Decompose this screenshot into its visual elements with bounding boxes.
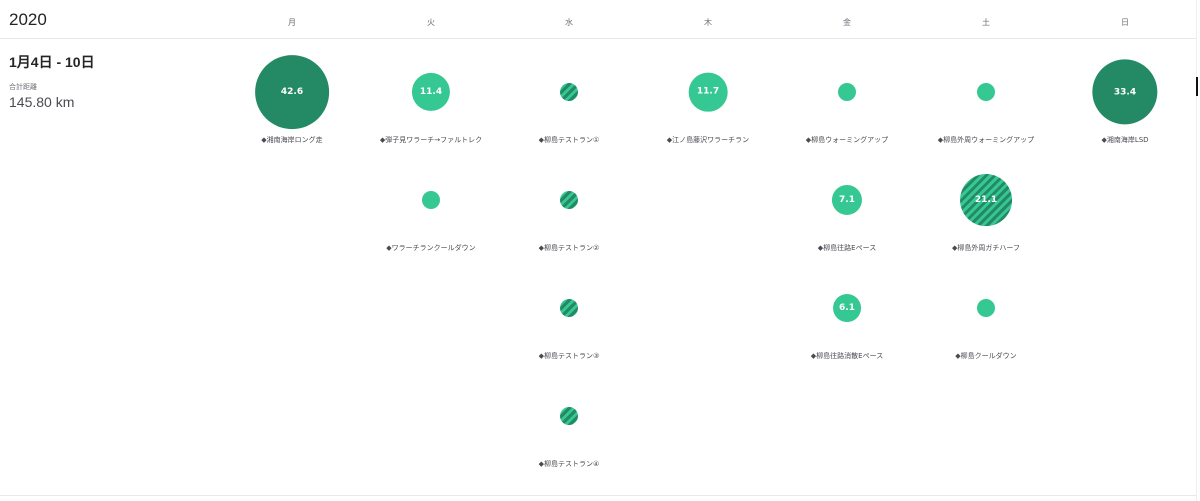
weekly-activity-calendar: 2020 月 火 水 木 金 土 日 1月4日 - 10日 合計距離 145.80 km 4… [0,0,1200,501]
activity-distance-bubble[interactable] [560,407,578,425]
activity-item[interactable]: 6.1 ◆柳島往路消散Eペース [777,262,917,362]
activity-distance-bubble[interactable]: 11.7 [688,72,728,112]
activity-item[interactable]: ◆柳島テストラン④ [499,370,639,470]
activity-distance-value: 6.1 [839,303,855,313]
activity-distance-bubble[interactable] [560,83,578,101]
activity-distance-bubble[interactable] [560,191,578,209]
activity-item[interactable]: 21.1 ◆柳島外周ガチハーフ [916,154,1056,254]
day-header-wed: 水 [565,18,573,27]
day-header-thu: 木 [704,18,712,27]
activity-distance-bubble[interactable]: 42.6 [255,55,329,129]
activity-name[interactable]: ◆柳島テストラン③ [499,351,639,361]
activity-item[interactable]: ◆ワラーチランクールダウン [361,154,501,254]
activity-distance-bubble[interactable] [838,83,856,101]
activity-distance-value: 33.4 [1113,86,1137,97]
activity-distance-value: 11.4 [419,86,443,97]
activity-item[interactable]: ◆柳島テストラン③ [499,262,639,362]
bottom-divider [0,495,1196,496]
activity-item[interactable]: 33.4 ◆湘南海岸LSD [1055,46,1195,146]
week-range-title: 1月4日 - 10日 [9,54,95,70]
activity-name[interactable]: ◆柳島外周ガチハーフ [916,243,1056,253]
activity-distance-bubble[interactable]: 6.1 [833,294,861,322]
activity-name[interactable]: ◆湘南海岸ロング走 [222,135,362,145]
activity-item[interactable]: 7.1 ◆柳島往路Eペース [777,154,917,254]
activity-name[interactable]: ◆柳島テストラン① [499,135,639,145]
activity-item[interactable]: ◆柳島クールダウン [916,262,1056,362]
activity-name[interactable]: ◆柳島クールダウン [916,351,1056,361]
activity-name[interactable]: ◆柳島往路消散Eペース [777,351,917,361]
activity-name[interactable]: ◆湘南海岸LSD [1055,135,1195,145]
activity-item[interactable]: 11.7 ◆江ノ島藤沢ワラーチラン [638,46,778,146]
activity-distance-value: 42.6 [280,87,304,97]
activity-distance-bubble[interactable] [977,83,995,101]
activity-distance-bubble[interactable]: 11.4 [411,72,451,112]
activity-name[interactable]: ◆江ノ島藤沢ワラーチラン [638,135,778,145]
activity-item[interactable]: ◆柳島テストラン② [499,154,639,254]
activity-name[interactable]: ◆柳島テストラン② [499,243,639,253]
activity-item[interactable]: 42.6 ◆湘南海岸ロング走 [222,46,362,146]
activity-distance-value: 21.1 [974,195,998,205]
activity-item[interactable]: ◆柳島テストラン① [499,46,639,146]
right-divider [1196,0,1197,501]
activity-distance-bubble[interactable]: 21.1 [960,174,1012,226]
activity-distance-value: 11.7 [696,86,720,97]
activity-distance-bubble[interactable] [560,299,578,317]
day-header-mon: 月 [288,18,296,27]
activity-distance-value: 7.1 [839,194,855,205]
header-divider [0,38,1196,39]
activity-name[interactable]: ◆柳島テストラン④ [499,459,639,469]
total-distance-label: 合計距離 [9,83,37,91]
activity-name[interactable]: ◆ワラーチランクールダウン [361,243,501,253]
activity-name[interactable]: ◆柳島ウォーミングアップ [777,135,917,145]
activity-distance-bubble[interactable]: 33.4 [1092,59,1158,125]
activity-name[interactable]: ◆柳島往路Eペース [777,243,917,253]
day-header-sat: 土 [982,18,990,27]
text-cursor [1196,77,1198,96]
activity-distance-bubble[interactable] [422,191,440,209]
day-header-tue: 火 [427,18,435,27]
total-distance-value: 145.80 km [9,94,75,110]
day-header-fri: 金 [843,18,851,27]
activity-item[interactable]: ◆柳島外周ウォーミングアップ [916,46,1056,146]
activity-name[interactable]: ◆柳島外周ウォーミングアップ [916,135,1056,145]
activity-distance-bubble[interactable] [977,299,995,317]
activity-name[interactable]: ◆弾子見ワラーチ→ファルトレク [361,135,501,145]
day-header-sun: 日 [1121,18,1129,27]
activity-item[interactable]: 11.4 ◆弾子見ワラーチ→ファルトレク [361,46,501,146]
activity-distance-bubble[interactable]: 7.1 [831,184,863,216]
activity-item[interactable]: ◆柳島ウォーミングアップ [777,46,917,146]
year-heading: 2020 [9,10,47,29]
